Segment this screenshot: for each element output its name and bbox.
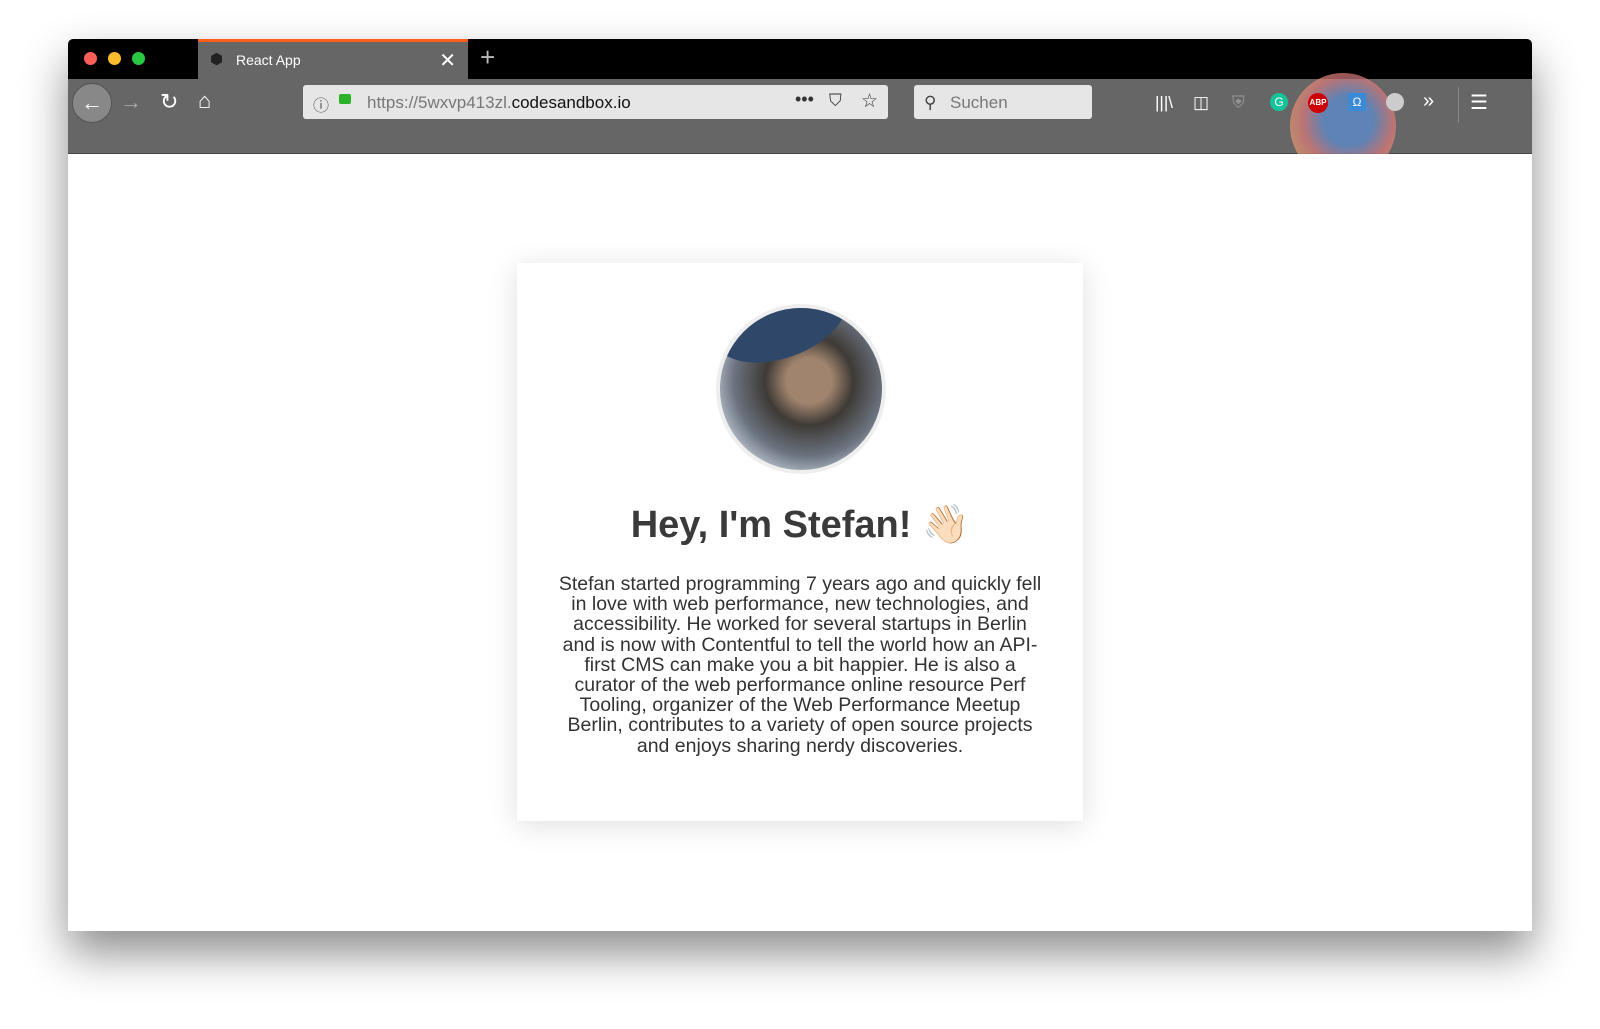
back-button[interactable]: ← [72,83,112,123]
search-placeholder: Suchen [950,93,1008,112]
page-content: Hey, I'm Stefan! 👋🏻 Stefan started progr… [68,154,1532,931]
sidebar-icon[interactable]: ◫ [1193,93,1209,113]
library-icon[interactable]: |||\ [1155,93,1173,113]
overflow-icon[interactable]: » [1423,90,1434,113]
navigation-toolbar: ← → ↻ ⌂ ⓘ https://5wxvp413zl.codesandbox… [68,73,1532,179]
avatar [716,304,886,474]
page-title: Hey, I'm Stefan! 👋🏻 [630,504,970,546]
lock-icon [339,94,351,104]
adblock-plus-icon[interactable]: ABP [1308,93,1328,113]
bio-text: Stefan started programming 7 years ago a… [558,573,1042,757]
window-controls [84,52,145,65]
home-button[interactable]: ⌂ [198,88,211,114]
menu-icon[interactable]: ☰ [1470,90,1488,115]
tab-title: React App [236,52,301,68]
new-tab-button[interactable]: + [480,42,495,73]
url-text[interactable]: https://5wxvp413zl.codesandbox.io [367,93,631,113]
close-window-button[interactable] [84,52,97,65]
minimize-window-button[interactable] [108,52,121,65]
info-icon[interactable]: ⓘ [313,92,329,116]
browser-window: ⬢ React App ✕ + ← → ↻ ⌂ ⓘ https://5wxvp4… [68,39,1532,931]
octotree-icon[interactable]: Ω [1348,93,1366,111]
extension-icon[interactable] [1386,93,1404,111]
url-bar[interactable]: ⓘ https://5wxvp413zl.codesandbox.io ••• … [303,85,888,119]
search-input[interactable]: ⚲ Suchen [914,85,1092,119]
profile-card: Hey, I'm Stefan! 👋🏻 Stefan started progr… [517,263,1083,821]
close-tab-icon[interactable]: ✕ [439,48,456,73]
toolbar-divider [1458,87,1459,123]
search-icon: ⚲ [924,93,937,112]
bookmark-star-icon[interactable]: ☆ [861,90,878,113]
tracking-shield-icon[interactable]: ⛨ [1232,93,1245,113]
pocket-icon[interactable]: ⛉ [829,91,842,111]
maximize-window-button[interactable] [132,52,145,65]
grammarly-icon[interactable]: G [1270,93,1288,111]
tab-bar: ⬢ React App ✕ + [68,39,1532,79]
reload-button[interactable]: ↻ [160,89,178,115]
page-actions-icon[interactable]: ••• [795,89,814,110]
forward-button[interactable]: → [120,89,142,115]
codesandbox-cube-icon: ⬢ [210,51,224,68]
tab-react-app[interactable]: ⬢ React App ✕ [198,39,468,79]
